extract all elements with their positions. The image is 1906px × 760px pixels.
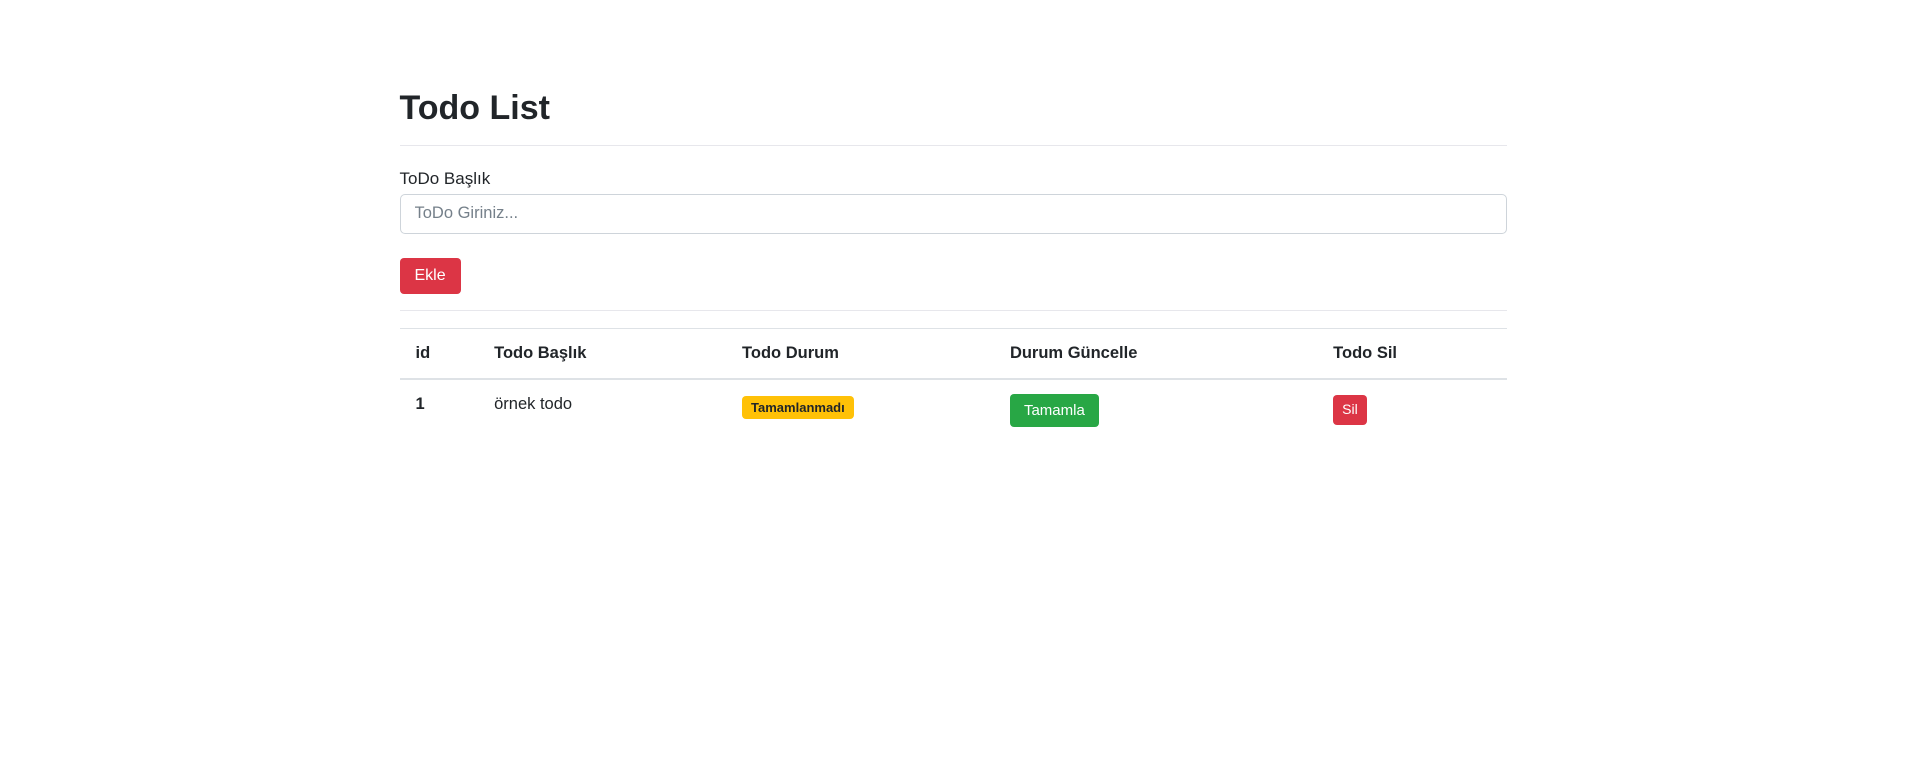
column-header-todo-delete: Todo Sil xyxy=(1317,328,1507,381)
table-row: 1 örnek todo Tamamlanmadı Tamamla Sil xyxy=(399,378,1507,443)
column-header-todo-status: Todo Durum xyxy=(726,328,994,381)
todo-status-cell: Tamamlanmadı xyxy=(726,378,994,443)
add-todo-button[interactable]: Ekle xyxy=(399,257,461,295)
form-table-divider xyxy=(399,310,1507,312)
todo-title-cell: örnek todo xyxy=(478,378,727,443)
column-header-id: id xyxy=(399,328,479,381)
todo-delete-cell: Sil xyxy=(1317,378,1507,443)
page-title: Todo List xyxy=(399,89,550,127)
status-update-cell: Tamamla xyxy=(993,378,1318,443)
todo-id-cell: 1 xyxy=(399,378,479,443)
todo-title-input[interactable] xyxy=(399,193,1507,234)
column-header-status-update: Durum Güncelle xyxy=(993,328,1318,381)
title-divider xyxy=(399,144,1507,146)
main-container: Todo List ToDo Başlık Ekle id Todo Başlı… xyxy=(399,0,1507,443)
delete-todo-button[interactable]: Sil xyxy=(1333,395,1367,425)
todo-app-page: Todo List ToDo Başlık Ekle id Todo Başlı… xyxy=(0,0,1906,760)
status-badge: Tamamlanmadı xyxy=(742,396,854,420)
table-header-row: id Todo Başlık Todo Durum Durum Güncelle… xyxy=(399,328,1507,381)
todo-table: id Todo Başlık Todo Durum Durum Güncelle… xyxy=(399,328,1507,443)
column-header-todo-title: Todo Başlık xyxy=(478,328,727,381)
complete-todo-button[interactable]: Tamamla xyxy=(1009,394,1099,428)
todo-title-label: ToDo Başlık xyxy=(399,168,491,188)
